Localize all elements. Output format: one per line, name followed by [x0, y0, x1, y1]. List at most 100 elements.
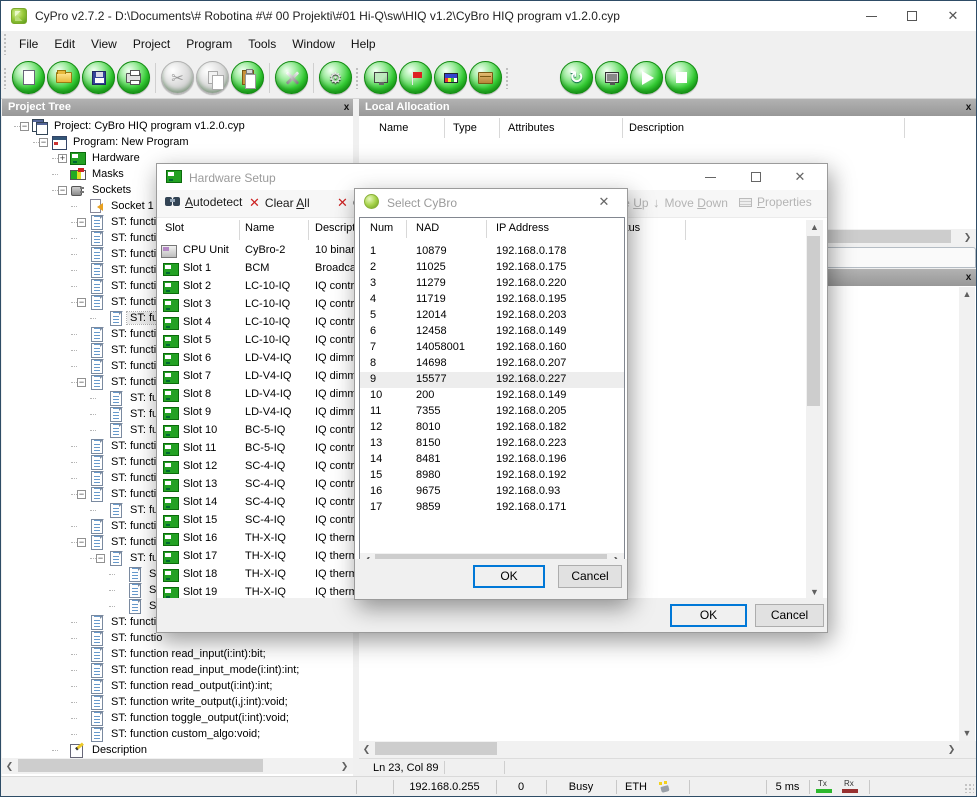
cybro-cancel-button[interactable]: Cancel: [558, 565, 622, 588]
alloc-column-name[interactable]: Name: [379, 122, 408, 134]
tree-item[interactable]: Description: [2, 742, 353, 758]
cybro-controller-list[interactable]: Num NAD IP Address 110879192.168.0.17821102…: [359, 217, 625, 559]
communication-button[interactable]: ↻: [560, 61, 593, 94]
editor-close-icon[interactable]: x: [962, 271, 975, 284]
print-button[interactable]: [117, 61, 150, 94]
new-button[interactable]: [12, 61, 45, 94]
palette-button[interactable]: [434, 61, 467, 94]
menubar-grip[interactable]: [3, 33, 7, 55]
menu-file[interactable]: File: [11, 32, 46, 56]
cybro-row[interactable]: 117355192.168.0.205: [360, 404, 624, 420]
alloc-column-attributes[interactable]: Attributes: [508, 122, 554, 134]
cybro-row[interactable]: 169675192.168.0.93: [360, 484, 624, 500]
cybro-row[interactable]: 915577192.168.0.227: [360, 372, 624, 388]
cybro-ok-button[interactable]: OK: [473, 565, 545, 588]
scroll-right-icon[interactable]: ❯: [944, 741, 959, 758]
dialog-close-button[interactable]: ✕: [583, 189, 625, 215]
cybro-column-ip-address[interactable]: IP Address: [496, 222, 549, 234]
paste-button[interactable]: [231, 61, 264, 94]
column-divider[interactable]: [308, 220, 309, 240]
tree-expander-minus[interactable]: −: [77, 218, 86, 227]
scroll-left-icon[interactable]: ❮: [2, 758, 17, 774]
menu-project[interactable]: Project: [125, 32, 178, 56]
tree-expander-minus[interactable]: −: [96, 554, 105, 563]
tree-item[interactable]: −Project: CyBro HIQ program v1.2.0.cyp: [2, 118, 353, 134]
cybro-row[interactable]: 814698192.168.0.207: [360, 356, 624, 372]
start-button[interactable]: [630, 61, 663, 94]
menu-window[interactable]: Window: [284, 32, 343, 56]
cybro-row[interactable]: 512014192.168.0.203: [360, 308, 624, 324]
tree-expander-minus[interactable]: −: [77, 490, 86, 499]
scroll-left-icon[interactable]: ❮: [359, 741, 374, 758]
hw-cancel-button[interactable]: Cancel: [755, 604, 824, 627]
resize-grip[interactable]: [964, 783, 974, 793]
masks-button[interactable]: [399, 61, 432, 94]
tree-item[interactable]: ST: function read_input(i:int):bit;: [2, 646, 353, 662]
cut-button[interactable]: ✂: [161, 61, 194, 94]
archive-button[interactable]: [469, 61, 502, 94]
dialog-minimize-button[interactable]: [689, 164, 731, 190]
hw-vscrollbar[interactable]: ▲ ▼: [806, 220, 823, 600]
monitor-button[interactable]: [595, 61, 628, 94]
save-button[interactable]: [82, 61, 115, 94]
column-divider[interactable]: [486, 220, 487, 238]
maximize-button[interactable]: [892, 1, 932, 31]
cybro-row[interactable]: 211025192.168.0.175: [360, 260, 624, 276]
column-divider[interactable]: [499, 118, 500, 138]
project-tree-close-icon[interactable]: x: [340, 101, 353, 114]
tree-item[interactable]: ST: function write_output(i,j:int):void;: [2, 694, 353, 710]
tree-hscrollbar[interactable]: ❮ ❯: [2, 758, 353, 774]
tree-expander-minus[interactable]: −: [77, 378, 86, 387]
cybro-row[interactable]: 110879192.168.0.178: [360, 244, 624, 260]
cybro-row[interactable]: 179859192.168.0.171: [360, 500, 624, 516]
column-divider[interactable]: [406, 220, 407, 238]
cybro-row[interactable]: 714058001192.168.0.160: [360, 340, 624, 356]
editor-hscrollbar[interactable]: ❮ ❯: [359, 741, 959, 758]
cybro-row[interactable]: 311279192.168.0.220: [360, 276, 624, 292]
cybro-column-nad[interactable]: NAD: [416, 222, 439, 234]
dialog-close-button[interactable]: ✕: [779, 164, 821, 190]
toolbar-grip[interactable]: [505, 67, 509, 89]
scroll-thumb[interactable]: [18, 759, 263, 772]
column-divider[interactable]: [444, 118, 445, 138]
alloc-column-type[interactable]: Type: [453, 122, 477, 134]
hw-tool-autodetect[interactable]: Autodetect: [165, 195, 242, 209]
cybro-row[interactable]: 158980192.168.0.192: [360, 468, 624, 484]
scroll-up-icon[interactable]: ▲: [806, 220, 823, 235]
tree-item[interactable]: ST: function custom_algo:void;: [2, 726, 353, 742]
scroll-thumb[interactable]: [375, 742, 497, 755]
options-button[interactable]: ⚙: [319, 61, 352, 94]
cybro-column-num[interactable]: Num: [370, 222, 393, 234]
hw-column-name[interactable]: Name: [245, 222, 274, 244]
allocation-button[interactable]: [364, 61, 397, 94]
hw-ok-button[interactable]: OK: [670, 604, 747, 627]
hw-column-slot[interactable]: Slot: [165, 222, 184, 244]
tree-expander-minus[interactable]: −: [20, 122, 29, 131]
toolbar-grip[interactable]: [355, 67, 359, 89]
tree-item[interactable]: ST: function toggle_output(i:int):void;: [2, 710, 353, 726]
tree-item[interactable]: ST: function read_output(i:int):int;: [2, 678, 353, 694]
cybro-row[interactable]: 411719192.168.0.195: [360, 292, 624, 308]
toolbar-grip[interactable]: [3, 67, 7, 89]
stop-button[interactable]: [665, 61, 698, 94]
menu-help[interactable]: Help: [343, 32, 384, 56]
copy-button[interactable]: [196, 61, 229, 94]
scroll-down-icon[interactable]: ▼: [959, 726, 975, 741]
tree-expander-minus[interactable]: −: [58, 186, 67, 195]
scroll-up-icon[interactable]: ▲: [959, 287, 975, 302]
scroll-right-icon[interactable]: ❯: [960, 229, 975, 245]
tree-expander-plus[interactable]: +: [58, 154, 67, 163]
tree-expander-minus[interactable]: −: [77, 298, 86, 307]
column-divider[interactable]: [904, 118, 905, 138]
column-divider[interactable]: [239, 220, 240, 240]
menu-tools[interactable]: Tools: [240, 32, 284, 56]
local-allocation-close-icon[interactable]: x: [962, 101, 975, 114]
tree-expander-minus[interactable]: −: [77, 538, 86, 547]
minimize-button[interactable]: [851, 1, 891, 31]
menu-program[interactable]: Program: [178, 32, 240, 56]
menu-edit[interactable]: Edit: [46, 32, 83, 56]
scroll-thumb[interactable]: [807, 236, 820, 406]
tree-item[interactable]: −Program: New Program: [2, 134, 353, 150]
close-button[interactable]: ✕: [933, 1, 973, 31]
cybro-row[interactable]: 10200192.168.0.149: [360, 388, 624, 404]
